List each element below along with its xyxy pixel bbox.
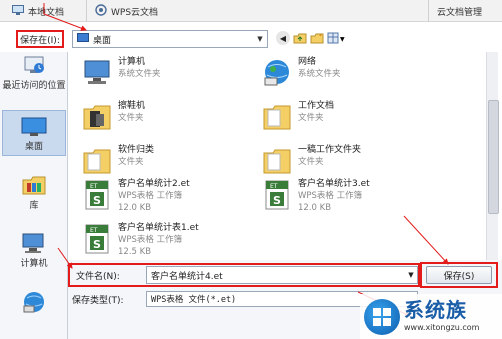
arrow-savein	[43, 3, 87, 32]
watermark-title: 系统族	[404, 297, 467, 322]
watermark-url: www.xitongzu.com	[404, 322, 480, 332]
arrow-save	[403, 215, 449, 265]
windows-logo-icon	[364, 298, 400, 335]
annotation-arrows	[43, 3, 449, 317]
arrow-filename	[57, 247, 73, 269]
watermark: 系统族 www.xitongzu.com	[360, 294, 502, 339]
